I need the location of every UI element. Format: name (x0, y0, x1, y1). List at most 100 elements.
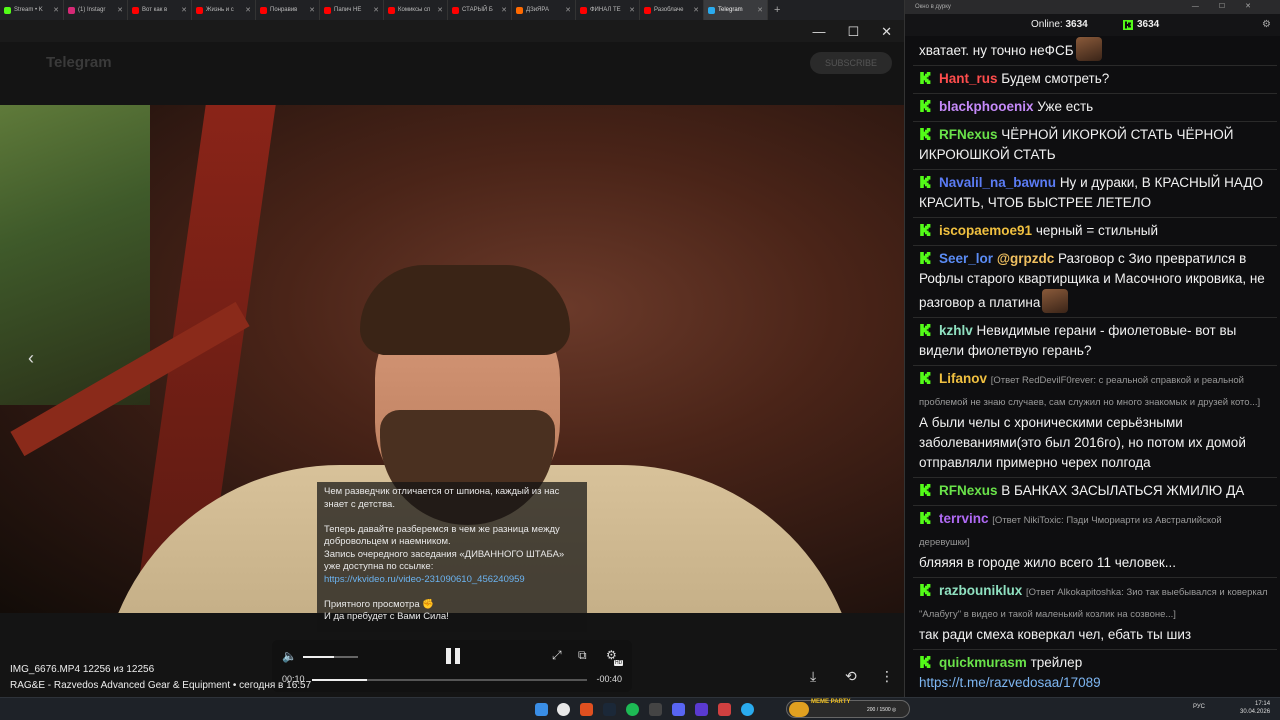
tab-favicon-icon (68, 6, 75, 14)
chat-emote (1075, 37, 1102, 61)
chat-message: Lifanov [Ответ RedDevilF0rever: с реальн… (913, 366, 1277, 478)
browser-tab[interactable]: Вот как в ✕ (128, 0, 192, 20)
discord-icon[interactable] (672, 703, 685, 716)
file-info: IMG_6676.MP4 12256 из 12256 (10, 664, 155, 675)
browser-tab[interactable]: Stream • K ✕ (0, 0, 64, 20)
chat-username[interactable]: Lifanov (939, 371, 987, 386)
chat-window-controls[interactable]: —☐✕ (1192, 0, 1271, 14)
spotify-icon[interactable] (626, 703, 639, 716)
obs-icon[interactable] (649, 703, 662, 716)
picture-in-picture-icon[interactable]: ⧉ (578, 648, 587, 663)
browser-tab[interactable]: СТАРЫЙ Б ✕ (448, 0, 512, 20)
telegram-icon[interactable] (741, 703, 754, 716)
kick-badge-icon (919, 252, 931, 264)
browser-tab[interactable]: Telegram ✕ (704, 0, 768, 20)
chat-username[interactable]: blackphooenix (939, 99, 1034, 114)
start-icon[interactable] (535, 703, 548, 716)
tab-favicon-icon (452, 6, 459, 14)
kick-badge-icon (919, 656, 931, 668)
tab-label: Telegram (718, 7, 743, 13)
close-window-button[interactable]: ✕ (881, 24, 892, 40)
source-info[interactable]: RAG&E - Razvedos Advanced Gear & Equipme… (10, 680, 311, 691)
tab-close-icon[interactable]: ✕ (629, 6, 635, 14)
chat-username[interactable]: RFNexus (939, 127, 998, 142)
address-bar[interactable] (0, 20, 904, 42)
browser-tab[interactable]: ФИНАЛ ТЕ ✕ (576, 0, 640, 20)
app-icon[interactable] (695, 703, 708, 716)
chat-username[interactable]: Hant_rus (939, 71, 998, 86)
chat-settings-icon[interactable]: ⚙ (1262, 14, 1271, 36)
chat-username[interactable]: RFNexus (939, 483, 998, 498)
browser-tab[interactable]: (1) Instagr ✕ (64, 0, 128, 20)
chat-message: iscopaemoe91 черный = стильный (913, 218, 1277, 246)
chat-message: Navalil_na_bawnu Ну и дураки, В КРАСНЫЙ … (913, 170, 1277, 218)
kick-badge-icon (919, 584, 931, 596)
tab-favicon-icon (580, 6, 587, 14)
tab-label: Папич НЕ (334, 7, 362, 13)
chat-username[interactable]: quickmurasm (939, 655, 1027, 670)
browser-tab[interactable]: ДЗиЯРА ✕ (512, 0, 576, 20)
chat-window-title: Окно в дурку (915, 4, 951, 10)
remaining-time: -00:40 (596, 674, 622, 684)
pause-button[interactable] (444, 647, 462, 665)
caption-link[interactable]: https://vkvideo.ru/video-231090610_45624… (324, 574, 525, 585)
tab-close-icon[interactable]: ✕ (565, 6, 571, 14)
chat-message-list: хватает. ну точно неФСБ Hant_rus Будем см… (913, 34, 1277, 697)
fullscreen-icon[interactable]: ⤢ (552, 648, 562, 663)
chat-message-text: черный = стильный (1035, 223, 1159, 238)
more-icon[interactable]: ⋮ (880, 668, 894, 685)
clock-date: 30.04.2026 (1240, 709, 1271, 715)
chat-username[interactable]: Seer_lor (939, 251, 993, 266)
chat-mention[interactable]: @grpzdc (997, 251, 1054, 266)
browser-tab[interactable]: Понравив ✕ (256, 0, 320, 20)
chat-message: RFNexus ЧЁРНОЙ ИКОРКОЙ СТАТЬ ЧЁРНОЙ ИКРО… (913, 122, 1277, 170)
chat-username[interactable]: razbouniklux (939, 583, 1022, 598)
tab-favicon-icon (708, 6, 715, 14)
seek-bar[interactable] (312, 679, 587, 681)
chrome-icon[interactable] (557, 703, 570, 716)
volume-icon[interactable]: 🔈 (282, 649, 297, 663)
tab-close-icon[interactable]: ✕ (53, 6, 59, 14)
app-icon[interactable] (718, 703, 731, 716)
tab-close-icon[interactable]: ✕ (501, 6, 507, 14)
clock[interactable]: 17:14 30.04.2026 (1240, 700, 1270, 716)
chat-username[interactable]: Navalil_na_bawnu (939, 175, 1056, 190)
tab-close-icon[interactable]: ✕ (373, 6, 379, 14)
browser-tab[interactable]: Жизнь и с ✕ (192, 0, 256, 20)
pause-icon (446, 648, 451, 664)
chat-username[interactable]: iscopaemoe91 (939, 223, 1032, 238)
tab-close-icon[interactable]: ✕ (693, 6, 699, 14)
new-tab-button[interactable]: + (774, 4, 780, 16)
browser-tab[interactable]: Разоблаче ✕ (640, 0, 704, 20)
tab-favicon-icon (132, 6, 139, 14)
minimize-button[interactable]: — (812, 24, 825, 40)
tab-close-icon[interactable]: ✕ (245, 6, 251, 14)
chat-link[interactable]: https://t.me/razvedosaa/17089 (919, 675, 1101, 690)
rotate-icon[interactable]: ⟲ (845, 668, 857, 685)
download-icon[interactable]: ⤓ (810, 668, 816, 685)
input-language[interactable]: РУС (1193, 704, 1205, 710)
chat-message: хватает. ну точно неФСБ (913, 34, 1277, 66)
meme-party-widget[interactable]: MEME PARTY 200 / 1500 ◎ (786, 699, 910, 718)
app-icon[interactable] (580, 703, 593, 716)
volume-slider[interactable] (303, 656, 358, 658)
tab-favicon-icon (4, 6, 11, 14)
tab-close-icon[interactable]: ✕ (181, 6, 187, 14)
kick-badge-icon (919, 324, 931, 336)
browser-tab[interactable]: Папич НЕ ✕ (320, 0, 384, 20)
tab-close-icon[interactable]: ✕ (309, 6, 315, 14)
tab-close-icon[interactable]: ✕ (757, 6, 763, 14)
maximize-button[interactable]: ☐ (847, 24, 859, 40)
tab-close-icon[interactable]: ✕ (437, 6, 443, 14)
previous-media-icon[interactable]: ‹ (28, 348, 34, 369)
subscribe-button[interactable]: SUBSCRIBE (810, 52, 892, 74)
tab-label: Stream • K (14, 7, 43, 13)
kick-badge-icon (919, 176, 931, 188)
chat-message-text: В БАНКАХ ЗАСЫЛАТЬСЯ ЖМИЛЮ ДА (1001, 483, 1245, 498)
chat-username[interactable]: kzhlv (939, 323, 973, 338)
browser-tab[interactable]: Комиксы сп ✕ (384, 0, 448, 20)
steam-icon[interactable] (603, 703, 616, 716)
tab-close-icon[interactable]: ✕ (117, 6, 123, 14)
tab-favicon-icon (644, 6, 651, 14)
chat-username[interactable]: terrvinc (939, 511, 989, 526)
